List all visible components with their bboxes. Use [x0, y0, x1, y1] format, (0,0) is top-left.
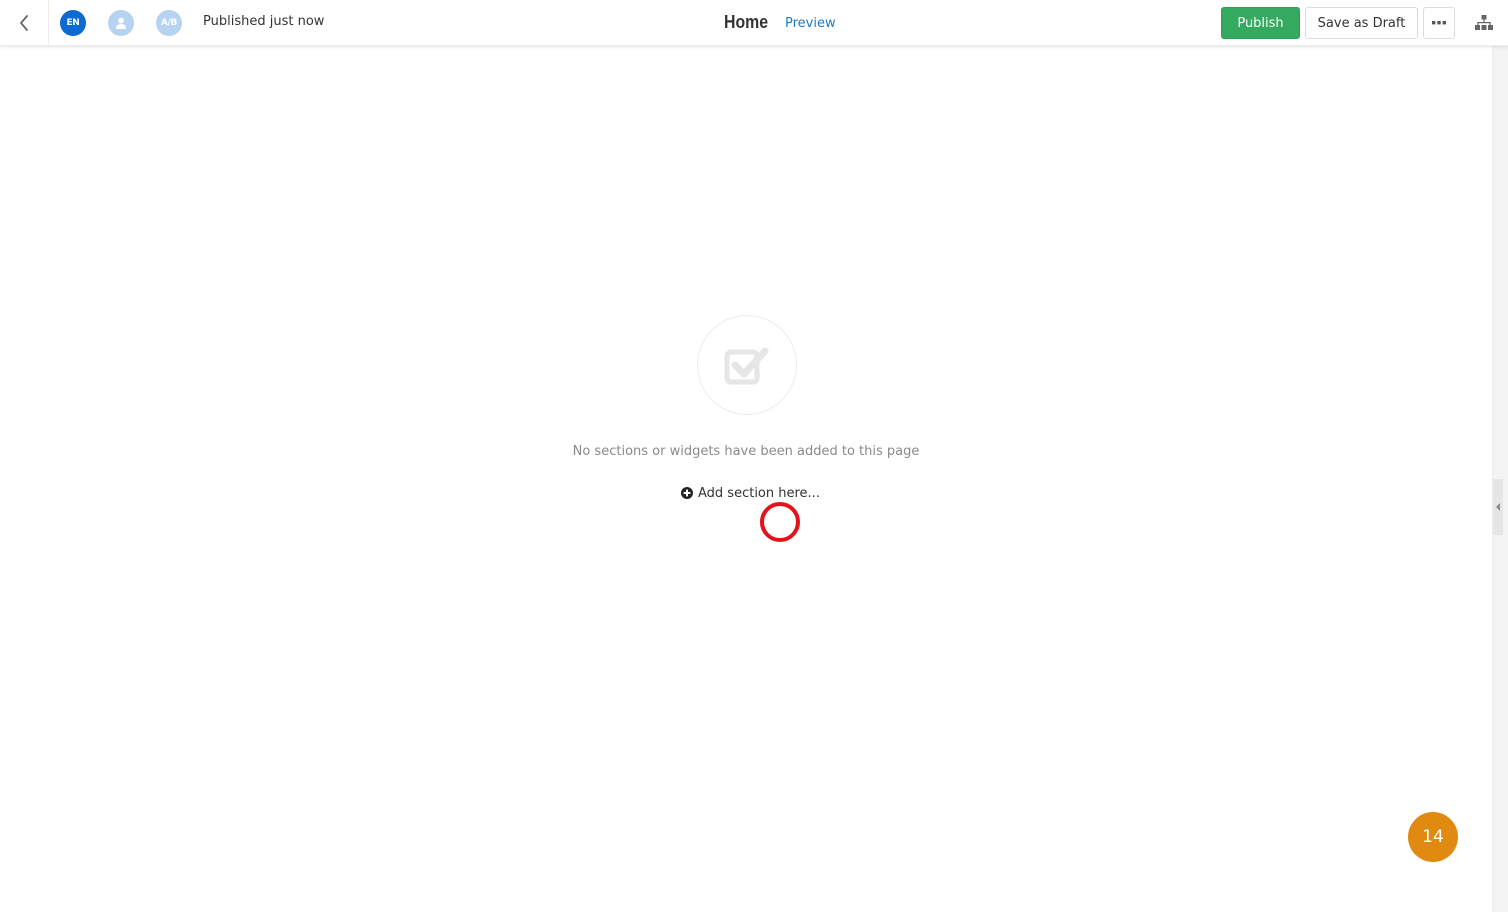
chevron-left-icon [20, 15, 28, 31]
page-title: Home [724, 12, 769, 32]
language-code: EN [66, 18, 80, 28]
ab-test-avatar[interactable]: A/B [156, 10, 182, 36]
notification-count: 14 [1422, 827, 1444, 847]
more-options-button[interactable] [1423, 7, 1455, 39]
click-indicator [760, 502, 800, 542]
user-icon [116, 17, 126, 29]
sitemap-icon [1475, 15, 1493, 30]
add-section-label: Add section here... [698, 485, 820, 501]
language-avatar[interactable]: EN [60, 10, 86, 36]
caret-left-icon [1496, 503, 1500, 511]
user-avatar[interactable] [108, 10, 134, 36]
back-button[interactable] [0, 0, 49, 46]
notification-badge[interactable]: 14 [1408, 812, 1458, 862]
side-panel-toggle[interactable] [1493, 479, 1503, 535]
save-as-draft-button[interactable]: Save as Draft [1305, 7, 1418, 39]
plus-circle-icon [681, 487, 693, 499]
empty-state-illustration [697, 315, 797, 415]
ab-test-label: A/B [160, 18, 178, 28]
top-toolbar: EN A/B Published just now Home Preview P… [0, 0, 1508, 46]
add-section-button[interactable]: Add section here... [681, 484, 820, 502]
publish-status: Published just now [203, 14, 325, 29]
preview-link[interactable]: Preview [785, 16, 836, 31]
ellipsis-icon [1432, 21, 1446, 25]
empty-state-message: No sections or widgets have been added t… [572, 444, 920, 459]
publish-button[interactable]: Publish [1221, 7, 1300, 39]
checkbox-checked-icon [724, 347, 769, 385]
sitemap-button[interactable] [1470, 11, 1498, 35]
